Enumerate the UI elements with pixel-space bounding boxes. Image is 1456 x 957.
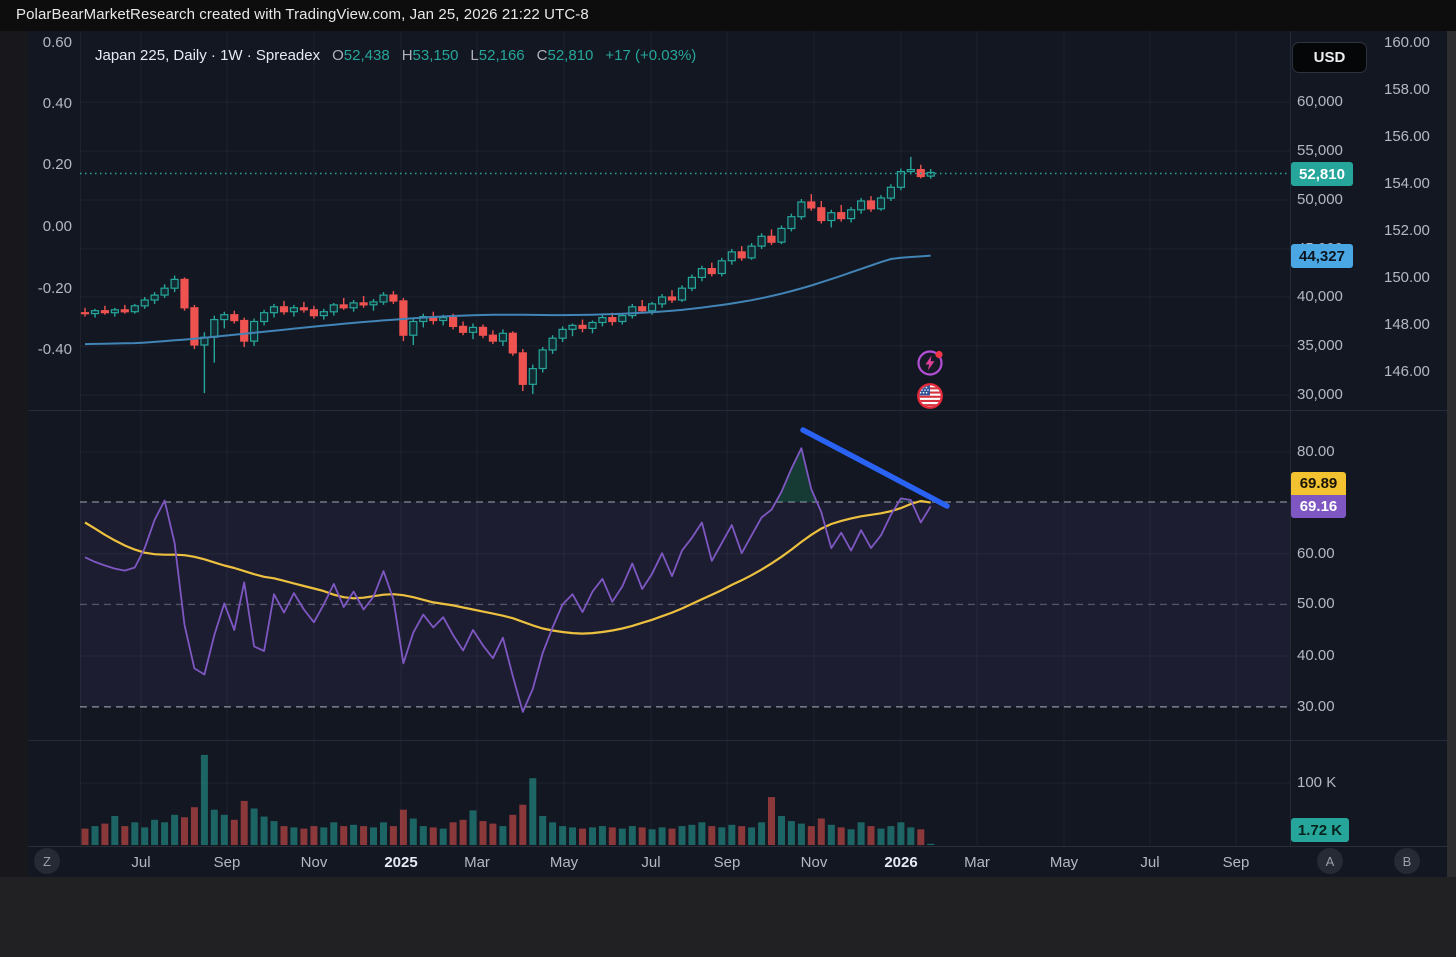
ohlc-field-key: H [401, 47, 413, 64]
ohlc-field-key: O [332, 47, 344, 64]
ohlc-field-key: L [470, 47, 479, 64]
footer-zone: TradingView [0, 877, 1456, 957]
left-scale-border [80, 31, 81, 846]
time-axis-month-label: Nov [300, 854, 328, 871]
time-axis-month-label: Sep [713, 854, 741, 871]
us-flag-icon[interactable] [915, 381, 945, 411]
rsi-value-label: 69.16 [1291, 495, 1346, 518]
volume-scale-tick: 100 K [1297, 774, 1337, 791]
time-axis-year-label: 2025 [384, 854, 418, 871]
ohlc-field-value: 52,166 [478, 47, 525, 64]
secondary-axis-tick: 146.00 [1384, 363, 1430, 380]
attribution-text: PolarBearMarketResearch created with Tra… [16, 6, 589, 23]
pane-separator-rsi[interactable] [28, 410, 1447, 411]
ohlc-field-value: 52,810 [547, 47, 594, 64]
secondary-axis-tick: 154.00 [1384, 175, 1430, 192]
time-axis-month-label: Mar [964, 854, 990, 871]
attribution-bar: PolarBearMarketResearch created with Tra… [0, 0, 1456, 31]
rsi-axis-tick: 80.00 [1297, 443, 1335, 460]
time-axis-month-label: Jul [1140, 854, 1160, 871]
last-price-label: 52,810 [1291, 162, 1353, 186]
time-axis-month-label: May [549, 854, 579, 871]
ohlc-field-value: 53,150 [412, 47, 459, 64]
price-axis-tick: 50,000 [1297, 191, 1343, 208]
scale-b-button[interactable]: B [1394, 848, 1420, 874]
rsi-axis-tick: 40.00 [1297, 647, 1335, 664]
price-axis-tick: 35,000 [1297, 337, 1343, 354]
time-scale[interactable]: Jul Sep Nov 2025 Mar May Jul Sep Nov 2026 Mar May Ju… [28, 846, 1447, 877]
price-axis-tick: 55,000 [1297, 142, 1343, 159]
time-axis-month-label: Jul [131, 854, 151, 871]
tradingview-screenshot: PolarBearMarketResearch created with Tra… [0, 0, 1456, 957]
rsi-ma-value-label: 69.89 [1291, 472, 1346, 495]
rsi-axis-tick: 60.00 [1297, 545, 1335, 562]
secondary-axis-tick: 158.00 [1384, 81, 1430, 98]
price-axis-tick: 40,000 [1297, 288, 1343, 305]
ma-price-label: 44,327 [1291, 244, 1353, 268]
price-axis-tick: 60,000 [1297, 93, 1343, 110]
pane-separator-volume[interactable] [28, 740, 1447, 741]
secondary-axis-tick: 156.00 [1384, 128, 1430, 145]
ohlc-field-key: C [536, 47, 548, 64]
idea-lightning-icon[interactable] [915, 348, 945, 378]
left-margin [0, 31, 28, 877]
secondary-axis-tick: 148.00 [1384, 316, 1430, 333]
secondary-axis-tick: 160.00 [1384, 34, 1430, 51]
rsi-axis-tick: 30.00 [1297, 698, 1335, 715]
right-margin [1447, 31, 1456, 877]
scale-a-button[interactable]: A [1317, 848, 1343, 874]
volume-value-label: 1.72 K [1291, 818, 1349, 842]
time-axis-month-label: Jul [641, 854, 661, 871]
chart-canvas[interactable] [0, 0, 1456, 957]
secondary-axis-tick: 150.00 [1384, 269, 1430, 286]
ohlc-field-value: 52,438 [343, 47, 390, 64]
symbol-legend[interactable]: Japan 225, Daily · 1W · Spreadex O52,438 H… [95, 47, 696, 64]
currency-usd-button[interactable]: USD [1292, 42, 1367, 73]
rsi-axis-tick: 50.00 [1297, 595, 1335, 612]
time-axis-month-label: Sep [1222, 854, 1250, 871]
change-value: +17 (+0.03%) [605, 47, 697, 64]
secondary-axis-tick: 152.00 [1384, 222, 1430, 239]
timezone-button[interactable]: Z [34, 848, 60, 874]
symbol-title: Japan 225, Daily · 1W · Spreadex [95, 47, 321, 64]
price-scale-border [1290, 31, 1291, 877]
chart-root [0, 0, 1456, 957]
time-axis-month-label: May [1049, 854, 1079, 871]
time-axis-month-label: Sep [213, 854, 241, 871]
time-axis-year-label: 2026 [884, 854, 918, 871]
price-axis-tick: 30,000 [1297, 386, 1343, 403]
time-axis-month-label: Mar [464, 854, 490, 871]
time-axis-month-label: Nov [800, 854, 828, 871]
rsi-trendline[interactable] [800, 427, 950, 509]
